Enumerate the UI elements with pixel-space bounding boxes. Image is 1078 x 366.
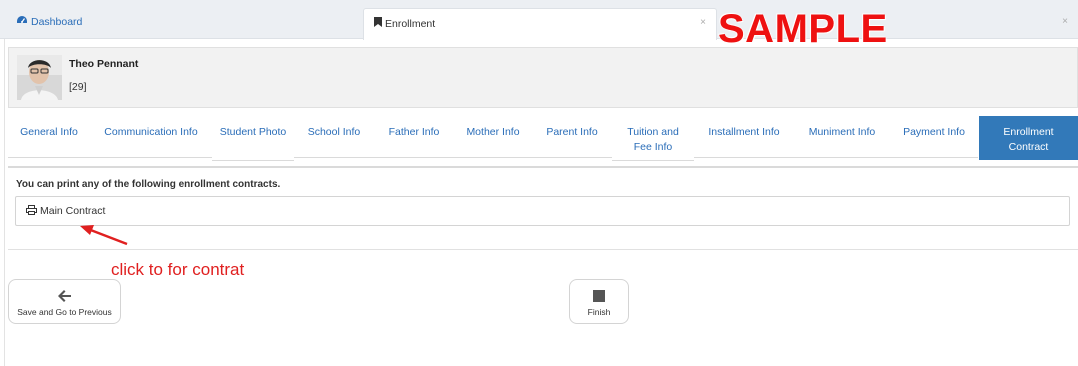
tab-dashboard-label: Dashboard	[31, 15, 83, 28]
tab-student-photo[interactable]: Student Photo	[212, 116, 294, 161]
main-contract-label: Main Contract	[40, 205, 106, 217]
tab-enrollment[interactable]: Enrollment ×	[363, 8, 717, 40]
tab-enrollment-contract[interactable]: Enrollment Contract	[979, 116, 1078, 160]
enrollment-subtabs: General Info Communication Info Student …	[8, 116, 1078, 168]
finish-button[interactable]: Finish	[569, 279, 629, 324]
close-icon[interactable]: ×	[700, 17, 706, 28]
avatar	[17, 55, 62, 100]
bookmark-icon	[374, 17, 382, 30]
tab-tuition-fee-info[interactable]: Tuition and Fee Info	[612, 116, 694, 161]
student-name: Theo Pennant	[69, 58, 139, 70]
tab-mother-info[interactable]: Mother Info	[454, 116, 532, 158]
tachometer-icon	[16, 15, 28, 28]
tab-communication-info[interactable]: Communication Info	[90, 116, 212, 158]
contracts-note: You can print any of the following enrol…	[16, 179, 281, 190]
tab-installment-info[interactable]: Installment Info	[694, 116, 794, 158]
tab-parent-info[interactable]: Parent Info	[532, 116, 612, 158]
student-header: Theo Pennant [29]	[8, 47, 1078, 108]
arrow-left-icon	[9, 290, 120, 304]
annotation-text: click to for contrat	[111, 260, 245, 279]
stop-icon	[570, 290, 628, 304]
tab-father-info[interactable]: Father Info	[374, 116, 454, 158]
main-contract-button[interactable]: Main Contract	[15, 196, 1070, 226]
save-and-previous-label: Save and Go to Previous	[17, 307, 112, 317]
save-and-previous-button[interactable]: Save and Go to Previous	[8, 279, 121, 324]
divider	[8, 249, 1078, 250]
tab-general-info[interactable]: General Info	[8, 116, 90, 158]
print-icon	[26, 204, 37, 218]
tab-muniment-info[interactable]: Muniment Info	[794, 116, 890, 158]
close-icon[interactable]: ×	[1062, 16, 1068, 27]
tab-enrollment-label: Enrollment	[385, 17, 436, 30]
tab-bar: Dashboard Enrollment × ×	[0, 0, 1078, 40]
tab-dashboard[interactable]: Dashboard	[16, 15, 82, 28]
tab-school-info[interactable]: School Info	[294, 116, 374, 158]
student-id: [29]	[69, 81, 87, 93]
tab-payment-info[interactable]: Payment Info	[890, 116, 978, 158]
finish-label: Finish	[587, 307, 611, 317]
